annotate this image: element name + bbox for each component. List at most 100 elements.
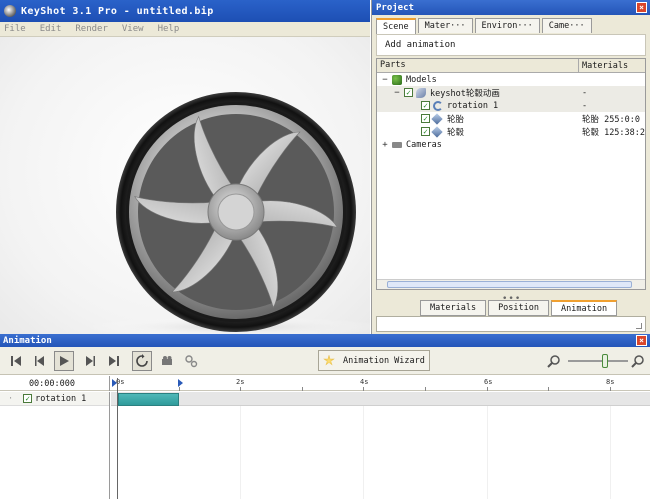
part-icon: [431, 112, 443, 125]
ruler-tick: [610, 387, 611, 391]
zoom-out-icon[interactable]: [544, 351, 564, 371]
menu-file[interactable]: File: [4, 24, 26, 34]
collapse-icon[interactable]: −: [393, 88, 401, 98]
tree-material: 轮胎 255:0:0: [582, 114, 640, 125]
zoom-slider-knob[interactable]: [602, 354, 608, 368]
camera-icon[interactable]: [157, 351, 177, 371]
animation-title: Animation: [3, 335, 52, 346]
visibility-checkbox[interactable]: ✓: [421, 114, 430, 123]
grid-line: [363, 406, 364, 499]
ruler-tick: [363, 387, 364, 391]
time-display: 00:00:000: [0, 376, 110, 391]
tree-row-hub[interactable]: ✓ 轮毂 轮毂 125:38:2: [377, 125, 645, 138]
keyshot-logo-icon: [4, 5, 16, 17]
wheel-render: [86, 92, 370, 334]
playhead[interactable]: [117, 378, 118, 499]
timeline-header: 00:00:000 0s 2s 4s 6s 8s: [0, 376, 650, 391]
menu-view[interactable]: View: [122, 24, 144, 34]
track-row-rotation[interactable]: · ✓ rotation 1: [0, 392, 109, 406]
resize-grip-icon[interactable]: [636, 323, 642, 329]
property-area: [376, 316, 646, 332]
property-tabs: Materials Position Animation: [420, 300, 619, 316]
rotation-icon: [433, 100, 443, 111]
tree-label: rotation 1: [447, 100, 499, 111]
render-viewport[interactable]: [0, 37, 370, 334]
tree-row-models[interactable]: − Models: [377, 73, 645, 86]
tab-materials-props[interactable]: Materials: [420, 300, 487, 316]
scene-tree: Parts Materials − Models − ✓ keyshot轮毂动画…: [376, 58, 646, 290]
tab-camera[interactable]: Came···: [541, 18, 592, 33]
track-tree-line: ·: [8, 393, 14, 404]
tree-row-rotation[interactable]: ✓ rotation 1 -: [377, 99, 645, 112]
project-panel: Project × Scene Mater··· Environ··· Came…: [371, 0, 650, 334]
wizard-label: Animation Wizard: [343, 355, 425, 366]
zoom-slider[interactable]: [568, 354, 628, 368]
visibility-checkbox[interactable]: ✓: [421, 127, 430, 136]
grid-line: [487, 406, 488, 499]
menubar: File Edit Render View Help: [0, 22, 370, 37]
animation-titlebar: Animation ×: [0, 334, 650, 347]
ruler-label: 6s: [484, 378, 493, 386]
project-titlebar: Project ×: [372, 0, 650, 15]
tree-row-cameras[interactable]: + Cameras: [377, 138, 645, 151]
tree-scrollbar[interactable]: [377, 279, 645, 289]
play-icon[interactable]: [54, 351, 74, 371]
timeline-tracks: · ✓ rotation 1: [0, 392, 650, 499]
skip-to-end-icon[interactable]: [104, 351, 124, 371]
tab-environment[interactable]: Environ···: [474, 18, 540, 33]
expand-icon[interactable]: +: [381, 140, 389, 150]
ruler-label: 4s: [360, 378, 369, 386]
tab-position[interactable]: Position: [488, 300, 550, 316]
visibility-checkbox[interactable]: ✓: [421, 101, 430, 110]
animation-panel: Animation × Animation Wizard 00:00:000 0…: [0, 334, 650, 499]
menu-render[interactable]: Render: [75, 24, 108, 34]
step-forward-icon[interactable]: [80, 351, 100, 371]
track-lane[interactable]: [111, 392, 650, 406]
camera-icon: [392, 141, 402, 148]
animation-toolbar: Animation Wizard: [0, 347, 650, 375]
grid-line: [610, 406, 611, 499]
tab-animation[interactable]: Animation: [551, 300, 618, 316]
project-close-icon[interactable]: ×: [636, 2, 647, 13]
window-title: KeyShot 3.1 Pro - untitled.bip: [21, 5, 214, 17]
zoom-in-icon[interactable]: [628, 351, 648, 371]
track-names: · ✓ rotation 1: [0, 392, 110, 499]
tree-label: 轮胎: [447, 114, 465, 125]
step-back-icon[interactable]: [30, 351, 50, 371]
ruler-tick: [240, 387, 241, 391]
part-icon: [431, 125, 443, 138]
menu-help[interactable]: Help: [158, 24, 180, 34]
ruler-tick: [425, 387, 426, 391]
collapse-icon[interactable]: −: [381, 75, 389, 85]
animation-wizard-button[interactable]: Animation Wizard: [318, 350, 430, 371]
tree-row-model[interactable]: − ✓ keyshot轮毂动画 -: [377, 86, 645, 99]
models-icon: [392, 74, 402, 85]
tree-material: -: [582, 100, 588, 111]
add-animation-button[interactable]: Add animation: [376, 34, 646, 56]
ruler-tick: [179, 387, 180, 391]
settings-icon[interactable]: [181, 351, 201, 371]
menu-edit[interactable]: Edit: [40, 24, 62, 34]
tree-header: Parts Materials: [377, 59, 645, 73]
tab-scene[interactable]: Scene: [376, 18, 416, 34]
tree-row-tire[interactable]: ✓ 轮胎 轮胎 255:0:0: [377, 112, 645, 125]
wizard-icon: [323, 354, 335, 366]
track-checkbox[interactable]: ✓: [23, 394, 33, 403]
animation-clip[interactable]: [118, 393, 179, 406]
visibility-checkbox[interactable]: ✓: [404, 88, 413, 97]
tree-label: 轮毂: [447, 127, 465, 138]
skip-to-start-icon[interactable]: [6, 351, 26, 371]
project-title: Project: [376, 2, 414, 13]
column-parts[interactable]: Parts: [377, 59, 579, 72]
model-icon: [416, 87, 426, 98]
range-end-marker[interactable]: [178, 379, 183, 387]
tree-material: -: [582, 87, 588, 98]
scrollbar-thumb[interactable]: [387, 281, 632, 288]
loop-icon[interactable]: [132, 351, 152, 371]
tree-label: Models: [406, 74, 437, 85]
ruler-label: 8s: [606, 378, 615, 386]
animation-close-icon[interactable]: ×: [636, 335, 647, 346]
track-label: rotation 1: [35, 393, 87, 404]
tab-materials[interactable]: Mater···: [417, 18, 473, 33]
column-materials[interactable]: Materials: [579, 61, 628, 71]
